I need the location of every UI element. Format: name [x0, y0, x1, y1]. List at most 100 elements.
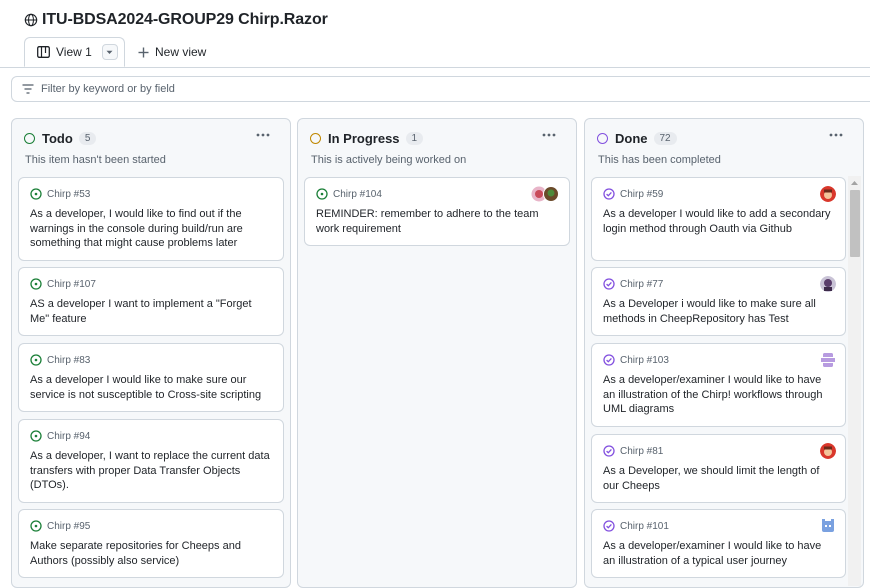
issue-open-icon	[316, 188, 328, 200]
card-ref-text[interactable]: Chirp #104	[333, 189, 382, 200]
assignee-avatar[interactable]	[820, 352, 836, 368]
issue-closed-icon	[603, 188, 615, 200]
kebab-horizontal-icon	[256, 133, 270, 137]
card-ref: Chirp #107	[30, 277, 273, 291]
card-ref: Chirp #81	[603, 444, 835, 458]
card-ref-text[interactable]: Chirp #53	[47, 189, 90, 200]
column-title: Todo	[42, 131, 73, 146]
issue-card[interactable]: Chirp #83 As a developer I would like to…	[18, 343, 284, 412]
issue-open-icon	[30, 430, 42, 442]
item-count-badge: 1	[405, 132, 424, 145]
assignee-avatar[interactable]	[820, 443, 836, 459]
issue-card[interactable]: Chirp #107 AS a developer I want to impl…	[18, 267, 284, 336]
column-menu-button[interactable]	[251, 125, 275, 145]
new-view-button[interactable]: New view	[138, 37, 206, 67]
card-ref: Chirp #77	[603, 277, 835, 291]
scroll-thumb[interactable]	[850, 190, 860, 257]
card-ref: Chirp #101	[603, 519, 835, 533]
issue-card[interactable]: Chirp #104 REMINDER: remember to adhere …	[304, 177, 570, 246]
card-title: As a Developer i would like to make sure…	[603, 298, 816, 325]
kebab-horizontal-icon	[542, 133, 556, 137]
card-ref: Chirp #95	[30, 519, 273, 533]
issue-card[interactable]: Chirp #53 As a developer, I would like t…	[18, 177, 284, 261]
issue-closed-icon	[603, 354, 615, 366]
column-description: This is actively being worked on	[311, 154, 467, 166]
view-options-dropdown[interactable]	[101, 44, 118, 60]
card-title: As a developer, I would like to find out…	[30, 208, 243, 249]
card-ref: Chirp #94	[30, 429, 273, 443]
column-description: This item hasn't been started	[25, 154, 166, 166]
issue-open-icon	[30, 520, 42, 532]
column-scrollbar[interactable]	[848, 176, 861, 586]
column-in-progress: In Progress 1 This is actively being wor…	[297, 118, 577, 588]
column-todo: Todo 5 This item hasn't been started Chi…	[11, 118, 291, 588]
card-title: As a developer, I want to replace the cu…	[30, 450, 270, 491]
column-title: Done	[615, 131, 648, 146]
issue-closed-icon	[603, 520, 615, 532]
issue-card[interactable]: Chirp #77 As a Developer i would like to…	[591, 267, 846, 336]
card-ref-text[interactable]: Chirp #101	[620, 521, 669, 532]
status-todo-icon	[24, 133, 35, 144]
item-count-badge: 5	[78, 132, 97, 145]
column-done: Done 72 This has been completed Chirp #5…	[584, 118, 864, 588]
assignee-avatars[interactable]	[531, 186, 559, 202]
issue-card[interactable]: Chirp #103 As a developer/examiner I wou…	[591, 343, 846, 427]
scroll-up-arrow[interactable]	[848, 176, 861, 189]
column-title: In Progress	[328, 131, 400, 146]
card-ref-text[interactable]: Chirp #103	[620, 355, 669, 366]
view-tabs: View 1 New view	[0, 37, 870, 68]
project-title-bar: ITU-BDSA2024-GROUP29 Chirp.Razor	[24, 9, 328, 31]
triangle-up-icon	[851, 180, 858, 185]
card-ref-text[interactable]: Chirp #59	[620, 189, 663, 200]
issue-card[interactable]: Chirp #81 As a Developer, we should limi…	[591, 434, 846, 503]
assignee-avatar[interactable]	[820, 518, 836, 534]
issue-closed-icon	[603, 445, 615, 457]
card-title: AS a developer I want to implement a "Fo…	[30, 298, 252, 325]
tab-view-1[interactable]: View 1	[24, 37, 125, 67]
card-ref-text[interactable]: Chirp #83	[47, 355, 90, 366]
card-title: REMINDER: remember to adhere to the team…	[316, 208, 539, 235]
globe-icon	[24, 13, 38, 27]
filter-placeholder: Filter by keyword or by field	[41, 83, 175, 95]
plus-icon	[138, 47, 149, 57]
issue-card[interactable]: Chirp #101 As a developer/examiner I wou…	[591, 509, 846, 578]
card-ref-text[interactable]: Chirp #77	[620, 279, 663, 290]
item-count-badge: 72	[653, 132, 677, 145]
card-ref: Chirp #53	[30, 187, 273, 201]
column-menu-button[interactable]	[824, 125, 848, 145]
kebab-horizontal-icon	[829, 133, 843, 137]
card-title: As a developer I would like to make sure…	[30, 374, 262, 401]
issue-closed-icon	[603, 278, 615, 290]
tab-label: View 1	[56, 45, 92, 59]
issue-open-icon	[30, 354, 42, 366]
new-view-label: New view	[155, 45, 207, 59]
board-icon	[37, 46, 50, 58]
card-title: As a Developer, we should limit the leng…	[603, 465, 820, 492]
column-header: Todo 5	[24, 131, 97, 146]
card-ref: Chirp #104	[316, 187, 559, 201]
card-title: As a developer/examiner I would like to …	[603, 540, 822, 567]
column-menu-button[interactable]	[537, 125, 561, 145]
column-header: Done 72	[597, 131, 677, 146]
card-ref-text[interactable]: Chirp #94	[47, 431, 90, 442]
project-title: ITU-BDSA2024-GROUP29 Chirp.Razor	[42, 11, 328, 28]
assignee-avatar[interactable]	[820, 186, 836, 202]
filter-input[interactable]: Filter by keyword or by field	[11, 76, 870, 102]
assignee-avatar[interactable]	[820, 276, 836, 292]
card-ref-text[interactable]: Chirp #95	[47, 521, 90, 532]
card-ref-text[interactable]: Chirp #81	[620, 446, 663, 457]
card-ref-text[interactable]: Chirp #107	[47, 279, 96, 290]
status-in-progress-icon	[310, 133, 321, 144]
issue-card[interactable]: Chirp #59 As a developer I would like to…	[591, 177, 846, 261]
card-title: Make separate repositories for Cheeps an…	[30, 540, 241, 567]
column-header: In Progress 1	[310, 131, 424, 146]
issue-card[interactable]: Chirp #95 Make separate repositories for…	[18, 509, 284, 578]
card-title: As a developer I would like to add a sec…	[603, 208, 831, 235]
issue-card[interactable]: Chirp #94 As a developer, I want to repl…	[18, 419, 284, 503]
card-ref: Chirp #103	[603, 353, 835, 367]
card-ref: Chirp #59	[603, 187, 835, 201]
card-title: As a developer/examiner I would like to …	[603, 374, 823, 415]
column-description: This has been completed	[598, 154, 721, 166]
status-done-icon	[597, 133, 608, 144]
issue-open-icon	[30, 188, 42, 200]
